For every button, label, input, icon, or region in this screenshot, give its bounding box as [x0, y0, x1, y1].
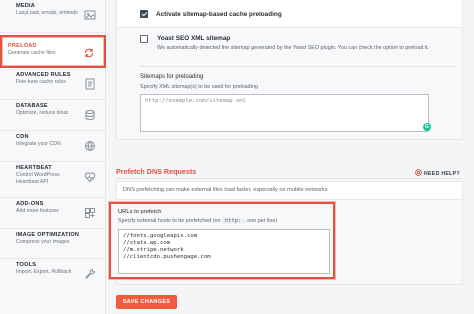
database-icon	[85, 110, 95, 120]
url-line: //fonts.googleapis.com	[123, 233, 198, 239]
addons-icon	[85, 208, 95, 218]
sitemap-preload-label: Activate sitemap-based cache preloading	[156, 11, 282, 18]
url-line: //stats.wp.com	[123, 240, 171, 246]
sidebar-item-subtitle: Control WordPress Heartbeat API	[16, 172, 60, 185]
sitemap-preload-checkbox[interactable]	[140, 10, 148, 18]
url-line: //m.stripe.network	[123, 247, 184, 253]
sidebar-item-preload[interactable]: PRELOAD Generate cache files	[0, 35, 106, 68]
sidebar-item-media[interactable]: MEDIA LazyLoad, emojis, embeds	[0, 0, 106, 33]
urls-description-before: Specify external hosts to be prefetched …	[118, 218, 221, 224]
yoast-sitemap-description: We automatically detected the sitemap ge…	[157, 45, 430, 51]
urls-highlight-box: URLs to prefetch Specify external hosts …	[109, 202, 335, 279]
preload-panel: Activate sitemap-based cache preloading …	[116, 0, 463, 140]
heartbeat-icon	[84, 172, 96, 183]
refresh-icon	[84, 48, 94, 58]
http-code: http:	[221, 218, 245, 224]
divider	[140, 66, 456, 67]
url-line: //clientcdn.pushengage.com	[123, 254, 211, 260]
sidebar-item-database[interactable]: DATABASE Optimize, reduce bloat	[0, 100, 106, 131]
sidebar-item-tools[interactable]: TOOLS Import, Export, Rollback	[0, 259, 106, 293]
sidebar-item-heartbeat[interactable]: HEARTBEAT Control WordPress Heartbeat AP…	[0, 162, 106, 198]
sitemap-subsection: Yoast SEO XML sitemap We automatically d…	[117, 27, 462, 139]
settings-main: Activate sitemap-based cache preloading …	[106, 0, 474, 314]
urls-description: Specify external hosts to be prefetched …	[118, 218, 277, 225]
sidebar-item-add-ons[interactable]: ADD-ONS Add more features	[0, 198, 106, 229]
yoast-sitemap-label: Yoast SEO XML sitemap	[157, 35, 231, 42]
sidebar-item-advanced-rules[interactable]: ADVANCED RULES Fine-tune cache rules	[0, 69, 106, 100]
sidebar-item-cdn[interactable]: CDN Integrate your CDN	[0, 131, 106, 162]
cdn-icon	[85, 141, 95, 151]
urls-description-after: , one per line)	[244, 218, 278, 224]
need-help-label: NEED HELP?	[424, 171, 460, 177]
save-changes-button[interactable]: SAVE CHANGES	[116, 295, 177, 309]
prefetch-section-title: Prefetch DNS Requests	[116, 167, 197, 176]
help-icon	[415, 169, 422, 176]
prefetch-intro: DNS prefetching can make external files …	[123, 187, 328, 193]
settings-sidebar: MEDIA LazyLoad, emojis, embeds PRELOAD G…	[0, 0, 106, 314]
urls-label: URLs to prefetch	[118, 209, 162, 215]
need-help-link[interactable]: NEED HELP?	[415, 169, 460, 177]
sidebar-item-image-optimization[interactable]: IMAGE OPTIMIZATION Compress your images	[0, 229, 106, 259]
yoast-sitemap-checkbox[interactable]	[140, 35, 148, 43]
sidebar-item-subtitle: Import, Export, Rollback	[16, 269, 72, 275]
sitemaps-description: Specify XML sitemap(s) to be used for pr…	[140, 84, 258, 90]
sidebar-item-title: IMAGE OPTIMIZATION	[16, 232, 80, 238]
sitemaps-textarea[interactable]: http://example.com/sitemap.xml	[140, 94, 429, 132]
urls-textarea[interactable]: //fonts.googleapis.com //stats.wp.com //…	[118, 229, 330, 274]
sidebar-item-subtitle: LazyLoad, emojis, embeds	[16, 10, 78, 16]
tools-icon	[85, 269, 95, 279]
grammarly-badge[interactable]: G	[423, 123, 431, 131]
rules-icon	[85, 78, 95, 90]
media-icon	[84, 10, 96, 20]
section-divider	[116, 178, 463, 179]
sitemaps-label: Sitemaps for preloading	[140, 74, 204, 80]
sidebar-item-subtitle: Compress your images	[16, 239, 70, 245]
